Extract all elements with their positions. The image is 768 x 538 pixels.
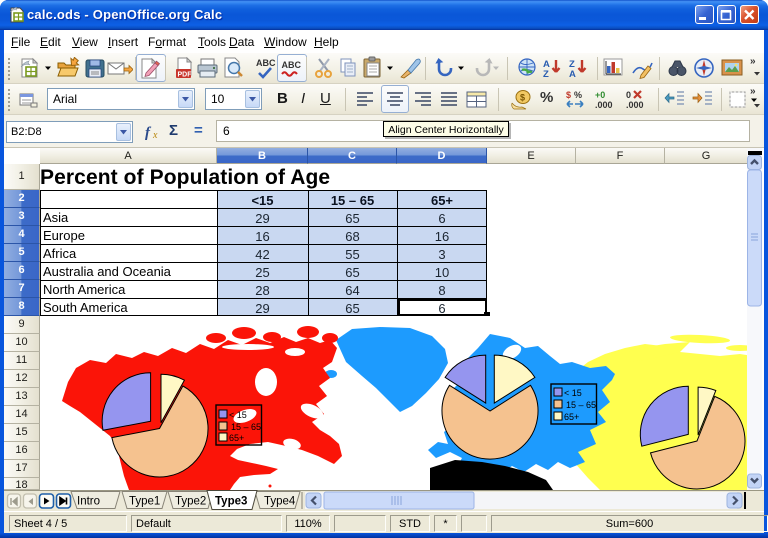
svg-text:ABC: ABC bbox=[282, 60, 302, 70]
svg-text:15 – 65: 15 – 65 bbox=[566, 400, 596, 410]
svg-text:ABC: ABC bbox=[256, 58, 276, 68]
svg-text:Z: Z bbox=[543, 69, 549, 80]
svg-text:< 15: < 15 bbox=[229, 410, 247, 420]
svg-text:x: x bbox=[152, 130, 158, 141]
svg-text:%: % bbox=[574, 90, 582, 100]
svg-text:15 – 65: 15 – 65 bbox=[231, 422, 261, 432]
svg-text:Type2: Type2 bbox=[175, 496, 206, 508]
svg-text:.000: .000 bbox=[626, 100, 644, 110]
svg-text:65+: 65+ bbox=[229, 433, 244, 443]
svg-text:A: A bbox=[569, 69, 576, 80]
svg-text:PDF: PDF bbox=[178, 72, 193, 79]
svg-text:Intro: Intro bbox=[77, 496, 100, 508]
svg-text:Type3: Type3 bbox=[215, 496, 247, 508]
svg-text:f: f bbox=[145, 125, 152, 141]
svg-text:0: 0 bbox=[626, 90, 631, 100]
svg-text:$: $ bbox=[566, 90, 571, 100]
svg-text:65+: 65+ bbox=[564, 412, 579, 422]
svg-text:Type4: Type4 bbox=[264, 496, 296, 508]
svg-text:Type1: Type1 bbox=[129, 496, 160, 508]
svg-text:.000: .000 bbox=[595, 100, 613, 110]
svg-text:< 15: < 15 bbox=[564, 388, 582, 398]
svg-text:+0: +0 bbox=[595, 90, 605, 100]
svg-text:$: $ bbox=[520, 93, 525, 103]
